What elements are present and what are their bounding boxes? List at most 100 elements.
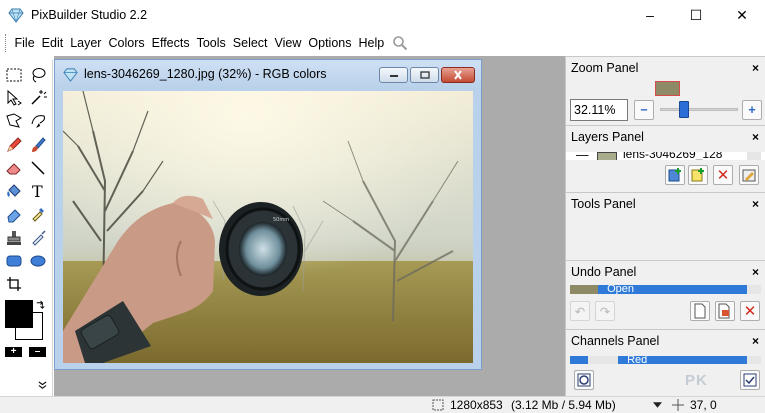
line-icon[interactable] xyxy=(27,157,49,179)
new-adjustment-layer-button[interactable] xyxy=(688,165,708,185)
crop-icon[interactable] xyxy=(3,273,25,295)
undo-scrollbar[interactable] xyxy=(747,285,761,294)
svg-text:50mm: 50mm xyxy=(273,217,289,223)
tools-panel-title: Tools Panel xyxy=(571,196,636,211)
zoom-panel-close-icon[interactable]: × xyxy=(752,61,759,75)
menu-help[interactable]: Help xyxy=(355,30,388,56)
foreground-color-swatch[interactable] xyxy=(5,300,33,328)
syringe-icon[interactable] xyxy=(27,227,49,249)
menu-select[interactable]: Select xyxy=(229,30,271,56)
channels-panel-header[interactable]: Channels Panel × xyxy=(566,329,765,351)
zoom-thumbnail[interactable] xyxy=(655,81,680,96)
channels-panel-close-icon[interactable]: × xyxy=(752,334,759,348)
zoom-slider-track[interactable] xyxy=(660,108,738,111)
zoom-out-small-button[interactable]: – xyxy=(29,347,46,357)
undo-panel-header[interactable]: Undo Panel × xyxy=(566,260,765,282)
polygon-lasso-icon[interactable] xyxy=(3,110,25,132)
chevron-down-icon[interactable] xyxy=(38,381,47,390)
panels-dock: Zoom Panel × 32.11% − + Layers Panel × —… xyxy=(565,56,765,396)
watermark: PK xyxy=(685,372,708,389)
menu-effects[interactable]: Effects xyxy=(148,30,193,56)
menu-colors[interactable]: Colors xyxy=(105,30,148,56)
channels-scrollbar[interactable] xyxy=(747,356,761,364)
tools-panel-body xyxy=(566,214,765,260)
image-restore-button[interactable] xyxy=(410,67,439,83)
image-size-icon xyxy=(432,399,444,411)
layers-panel-close-icon[interactable]: × xyxy=(752,130,759,144)
undo-button[interactable]: ↶ xyxy=(570,301,590,321)
move-icon[interactable] xyxy=(3,87,25,109)
close-button[interactable]: ✕ xyxy=(719,0,765,30)
zoom-value-input[interactable]: 32.11% xyxy=(570,99,628,121)
cursor-coordinates: 37, 0 xyxy=(690,398,717,412)
menu-edit[interactable]: Edit xyxy=(38,30,67,56)
layer-row[interactable]: — lens-3046269_128 xyxy=(566,152,765,160)
zoom-out-button[interactable]: − xyxy=(634,100,654,120)
layers-scrollbar[interactable] xyxy=(747,152,761,160)
workspace: lens-3046269_1280.jpg (32%) - RGB colors xyxy=(54,56,565,396)
magnetic-lasso-icon[interactable] xyxy=(27,110,49,132)
brush-icon[interactable] xyxy=(27,134,49,156)
rect-select-icon[interactable] xyxy=(3,64,25,86)
lens-photo: 50mm xyxy=(63,91,473,363)
app-title: PixBuilder Studio 2.2 xyxy=(31,8,148,22)
cursor-position-icon xyxy=(672,399,684,411)
image-close-button[interactable] xyxy=(441,67,475,83)
image-diamond-icon xyxy=(63,67,78,82)
delete-layer-button[interactable]: ✕ xyxy=(713,165,733,185)
tools-panel-header[interactable]: Tools Panel × xyxy=(566,192,765,214)
ellipse-icon[interactable] xyxy=(27,250,49,272)
layers-panel-header[interactable]: Layers Panel × xyxy=(566,125,765,147)
snapshot-button[interactable] xyxy=(715,301,735,321)
tools-panel-close-icon[interactable]: × xyxy=(752,197,759,211)
text-icon[interactable]: T xyxy=(27,180,49,202)
menu-file[interactable]: File xyxy=(11,30,38,56)
zoom-slider-thumb[interactable] xyxy=(679,101,689,118)
maximize-button[interactable]: ☐ xyxy=(673,0,719,30)
menu-options[interactable]: Options xyxy=(305,30,355,56)
dropper-icon[interactable] xyxy=(27,203,49,225)
image-window[interactable]: lens-3046269_1280.jpg (32%) - RGB colors xyxy=(54,59,482,370)
delete-state-button[interactable]: ✕ xyxy=(740,301,760,321)
layer-name: lens-3046269_128 xyxy=(623,152,723,160)
status-bar: 1280x853 (3.12 Mb / 5.94 Mb) 37, 0 xyxy=(0,396,765,413)
undo-history-item[interactable]: Open xyxy=(570,285,747,294)
layer-thumbnail xyxy=(597,152,617,160)
channel-selection-button[interactable] xyxy=(574,370,594,390)
lasso-icon[interactable] xyxy=(27,64,49,86)
new-document-from-state-button[interactable] xyxy=(690,301,710,321)
search-icon[interactable] xyxy=(392,35,408,51)
undo-thumbnail xyxy=(570,285,598,294)
status-dropdown-button[interactable] xyxy=(650,399,664,411)
rounded-rect-icon[interactable] xyxy=(3,250,25,272)
image-dimensions: 1280x853 xyxy=(450,398,503,412)
stamp-icon[interactable] xyxy=(3,227,25,249)
svg-text:T: T xyxy=(32,182,43,200)
undo-item-label: Open xyxy=(607,285,634,294)
minimize-button[interactable]: – xyxy=(627,0,673,30)
menu-layer[interactable]: Layer xyxy=(67,30,105,56)
menu-tools[interactable]: Tools xyxy=(193,30,229,56)
channel-options-button[interactable] xyxy=(740,370,760,390)
layer-properties-button[interactable] xyxy=(739,165,759,185)
zoom-in-button[interactable]: + xyxy=(742,100,762,120)
swap-colors-icon[interactable] xyxy=(35,300,46,311)
layer-visibility-icon[interactable]: — xyxy=(576,152,589,160)
layers-panel-body: — lens-3046269_128 ✕ xyxy=(566,147,765,192)
zoom-in-small-button[interactable]: + xyxy=(5,347,22,357)
zoom-panel-header[interactable]: Zoom Panel × xyxy=(566,56,765,78)
menu-view[interactable]: View xyxy=(271,30,305,56)
image-minimize-button[interactable] xyxy=(379,67,408,83)
new-layer-button[interactable] xyxy=(665,165,685,185)
pencil-icon[interactable] xyxy=(3,134,25,156)
magic-wand-icon[interactable] xyxy=(27,87,49,109)
fill-icon[interactable] xyxy=(3,180,25,202)
eraser-alt-icon[interactable] xyxy=(3,203,25,225)
image-canvas[interactable]: 50mm xyxy=(63,91,473,363)
eraser-icon[interactable] xyxy=(3,157,25,179)
toolbar-grip[interactable] xyxy=(5,34,8,52)
channel-row-red[interactable]: Red xyxy=(570,356,747,364)
toolbox: T + – xyxy=(0,60,53,396)
undo-panel-close-icon[interactable]: × xyxy=(752,265,759,279)
redo-button[interactable]: ↷ xyxy=(595,301,615,321)
